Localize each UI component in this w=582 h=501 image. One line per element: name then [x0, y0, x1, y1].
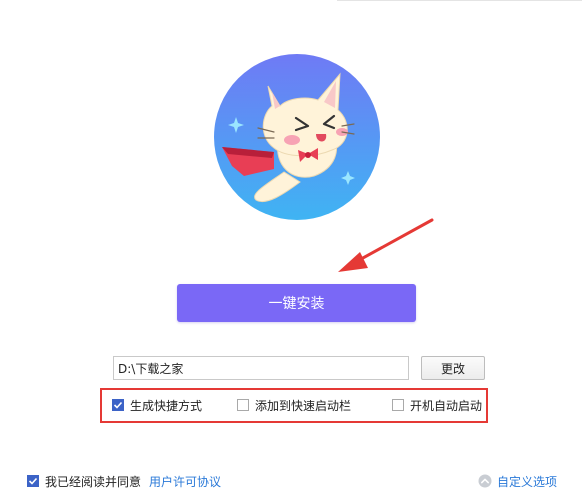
option-quick-launch[interactable]: 添加到快速启动栏 — [237, 398, 352, 413]
red-arrow-icon — [330, 214, 440, 278]
custom-options-button[interactable]: 自定义选项 — [478, 473, 557, 489]
change-button-label: 更改 — [440, 361, 465, 376]
checkmark-icon — [113, 401, 123, 409]
option-auto-start[interactable]: 开机自动启动 — [392, 398, 483, 413]
option-create-shortcut[interactable]: 生成快捷方式 — [112, 398, 203, 413]
checkbox-auto-start[interactable] — [392, 399, 404, 411]
chevron-up-circle-icon — [478, 474, 492, 488]
install-path-input[interactable] — [113, 356, 409, 380]
checkmark-icon — [28, 477, 38, 485]
window-edge — [337, 0, 582, 1]
one-click-install-button[interactable]: 一键安装 — [177, 284, 416, 322]
agreement-label: 我已经阅读并同意 — [45, 474, 142, 489]
option-label: 添加到快速启动栏 — [255, 398, 352, 413]
checkbox-create-shortcut[interactable] — [112, 399, 124, 411]
cat-mascot-logo — [214, 54, 380, 220]
option-label: 开机自动启动 — [410, 398, 483, 413]
option-label: 生成快捷方式 — [130, 398, 203, 413]
change-path-button[interactable]: 更改 — [421, 356, 485, 380]
license-agreement-link[interactable]: 用户许可协议 — [149, 473, 221, 490]
install-button-label: 一键安装 — [268, 296, 325, 312]
agreement-row: 我已经阅读并同意 用户许可协议 — [27, 473, 221, 490]
checkbox-quick-launch[interactable] — [237, 399, 249, 411]
custom-options-label: 自定义选项 — [497, 474, 558, 489]
checkbox-agree[interactable] — [27, 475, 39, 487]
